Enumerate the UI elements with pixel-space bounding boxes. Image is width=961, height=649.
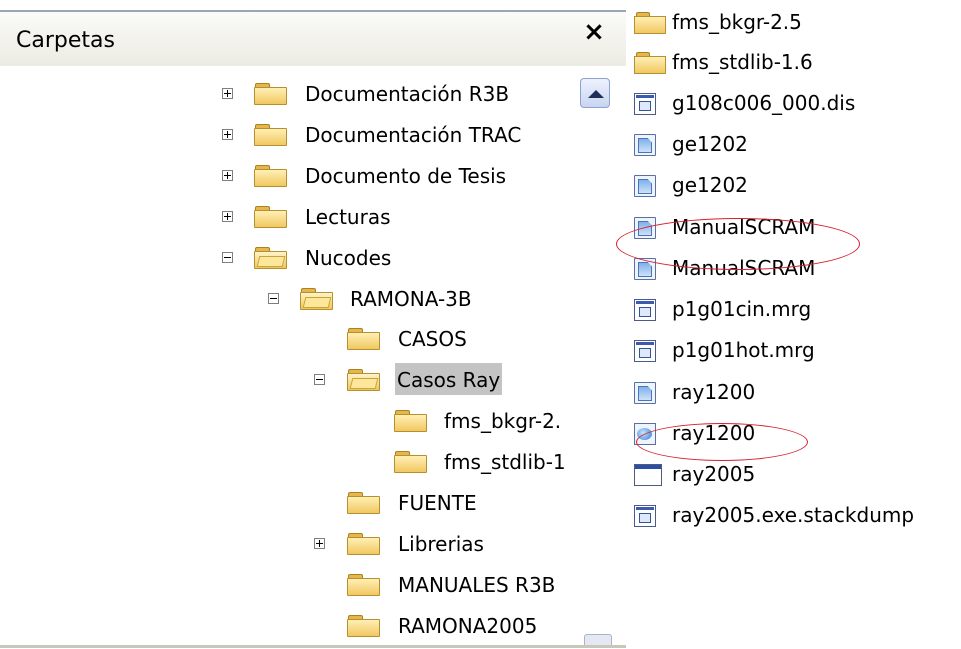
file-item-label: ge1202 (672, 173, 748, 197)
document-icon (634, 505, 656, 527)
document-icon (634, 93, 656, 115)
file-item-label: ray1200 (672, 380, 756, 404)
tree-item[interactable]: Documentación R3B (0, 83, 626, 113)
tree-item[interactable]: fms_bkgr-2. (0, 410, 626, 440)
file-item[interactable]: ge1202 (628, 173, 961, 203)
tree-item[interactable]: Casos Ray (0, 363, 626, 399)
folder-closed-icon (254, 124, 288, 146)
folder-closed-icon (254, 83, 288, 105)
document-icon (634, 340, 656, 362)
tree-item-label: MANUALES R3B (398, 573, 556, 597)
folder-open-icon (254, 247, 288, 269)
folder-closed-icon (347, 492, 381, 514)
collapse-minus-icon[interactable] (268, 293, 279, 304)
folder-icon (634, 12, 666, 34)
tree-item[interactable]: fms_stdlib-1 (0, 451, 626, 481)
expand-plus-icon[interactable] (222, 170, 233, 181)
tree-item-label: Lecturas (305, 205, 391, 229)
console-window-icon (634, 464, 662, 486)
tree-item-label: Documento de Tesis (305, 164, 507, 188)
folder-closed-icon (347, 328, 381, 350)
file-item[interactable]: ray2005.exe.stackdump (628, 503, 961, 533)
header-divider (0, 10, 626, 12)
tree-item-label: Casos Ray (395, 363, 503, 395)
file-list-pane: fms_bkgr-2.5 fms_stdlib-1.6 g108c006_000.d… (616, 0, 961, 649)
tree-item-label: Librerias (398, 532, 484, 556)
document-icon (634, 299, 656, 321)
tree-item-label: Documentación R3B (305, 82, 510, 106)
file-item-label: p1g01hot.mrg (672, 338, 815, 362)
tree-item-label: Documentación TRAC (305, 123, 522, 147)
file-item-label: fms_bkgr-2.5 (672, 10, 802, 34)
collapse-minus-icon[interactable] (314, 374, 325, 385)
file-item[interactable]: ray1200 (628, 380, 961, 410)
file-item[interactable]: g108c006_000.dis (628, 91, 961, 121)
tree-item-label: fms_stdlib-1 (444, 450, 566, 474)
annotation-ellipse-manualscram (616, 218, 860, 270)
tree-item[interactable]: MANUALES R3B (0, 574, 626, 604)
file-item-label: ray2005 (672, 462, 756, 486)
folder-closed-icon (394, 451, 428, 473)
tree-item[interactable]: Lecturas (0, 206, 626, 236)
pane-divider (0, 645, 626, 648)
executable-icon (634, 134, 656, 156)
tree-item[interactable]: RAMONA2005 (0, 615, 626, 645)
tree-item[interactable]: FUENTE (0, 492, 626, 522)
tree-item[interactable]: Librerias (0, 533, 626, 563)
expand-plus-icon[interactable] (314, 538, 325, 549)
file-item-label: fms_stdlib-1.6 (672, 50, 813, 74)
folder-tree-pane: Carpetas × Documentación R3B Documentació… (0, 0, 626, 649)
tree-item[interactable]: RAMONA-3B (0, 288, 626, 318)
folder-open-icon (347, 369, 381, 391)
folder-icon (634, 52, 666, 74)
tree-item-label: RAMONA-3B (350, 287, 472, 311)
tree-item-label: CASOS (398, 327, 467, 351)
tree-item[interactable]: CASOS (0, 328, 626, 358)
folder-closed-icon (347, 615, 381, 637)
file-item[interactable]: fms_stdlib-1.6 (628, 50, 961, 80)
tree-item-label: fms_bkgr-2. (444, 409, 562, 433)
collapse-minus-icon[interactable] (222, 252, 233, 263)
folder-closed-icon (394, 410, 428, 432)
file-item-label: g108c006_000.dis (672, 91, 856, 115)
tree-item-label: Nucodes (305, 246, 392, 270)
expand-plus-icon[interactable] (222, 88, 233, 99)
folder-closed-icon (347, 574, 381, 596)
folder-closed-icon (254, 206, 288, 228)
tree-item[interactable]: Nucodes (0, 247, 626, 277)
close-icon[interactable]: × (582, 19, 606, 45)
tree-item-label: FUENTE (398, 491, 477, 515)
folder-closed-icon (347, 533, 381, 555)
file-item[interactable]: ge1202 (628, 132, 961, 162)
executable-icon (634, 382, 656, 404)
file-item-label: ray2005.exe.stackdump (672, 503, 915, 527)
folder-closed-icon (254, 165, 288, 187)
file-item[interactable]: p1g01hot.mrg (628, 338, 961, 368)
file-item-label: p1g01cin.mrg (672, 297, 812, 321)
tree-item[interactable]: Documento de Tesis (0, 165, 626, 195)
file-item[interactable]: fms_bkgr-2.5 (628, 10, 961, 40)
folder-open-icon (300, 288, 334, 310)
file-item[interactable]: ray2005 (628, 462, 961, 492)
tree-item[interactable]: Documentación TRAC (0, 124, 626, 154)
expand-plus-icon[interactable] (222, 129, 233, 140)
expand-plus-icon[interactable] (222, 211, 233, 222)
folders-pane-title: Carpetas (16, 28, 115, 53)
file-item-label: ge1202 (672, 132, 748, 156)
tree-item-label: RAMONA2005 (398, 614, 538, 638)
file-item[interactable]: p1g01cin.mrg (628, 297, 961, 327)
executable-icon (634, 175, 656, 197)
annotation-ellipse-ray1200 (636, 423, 808, 461)
